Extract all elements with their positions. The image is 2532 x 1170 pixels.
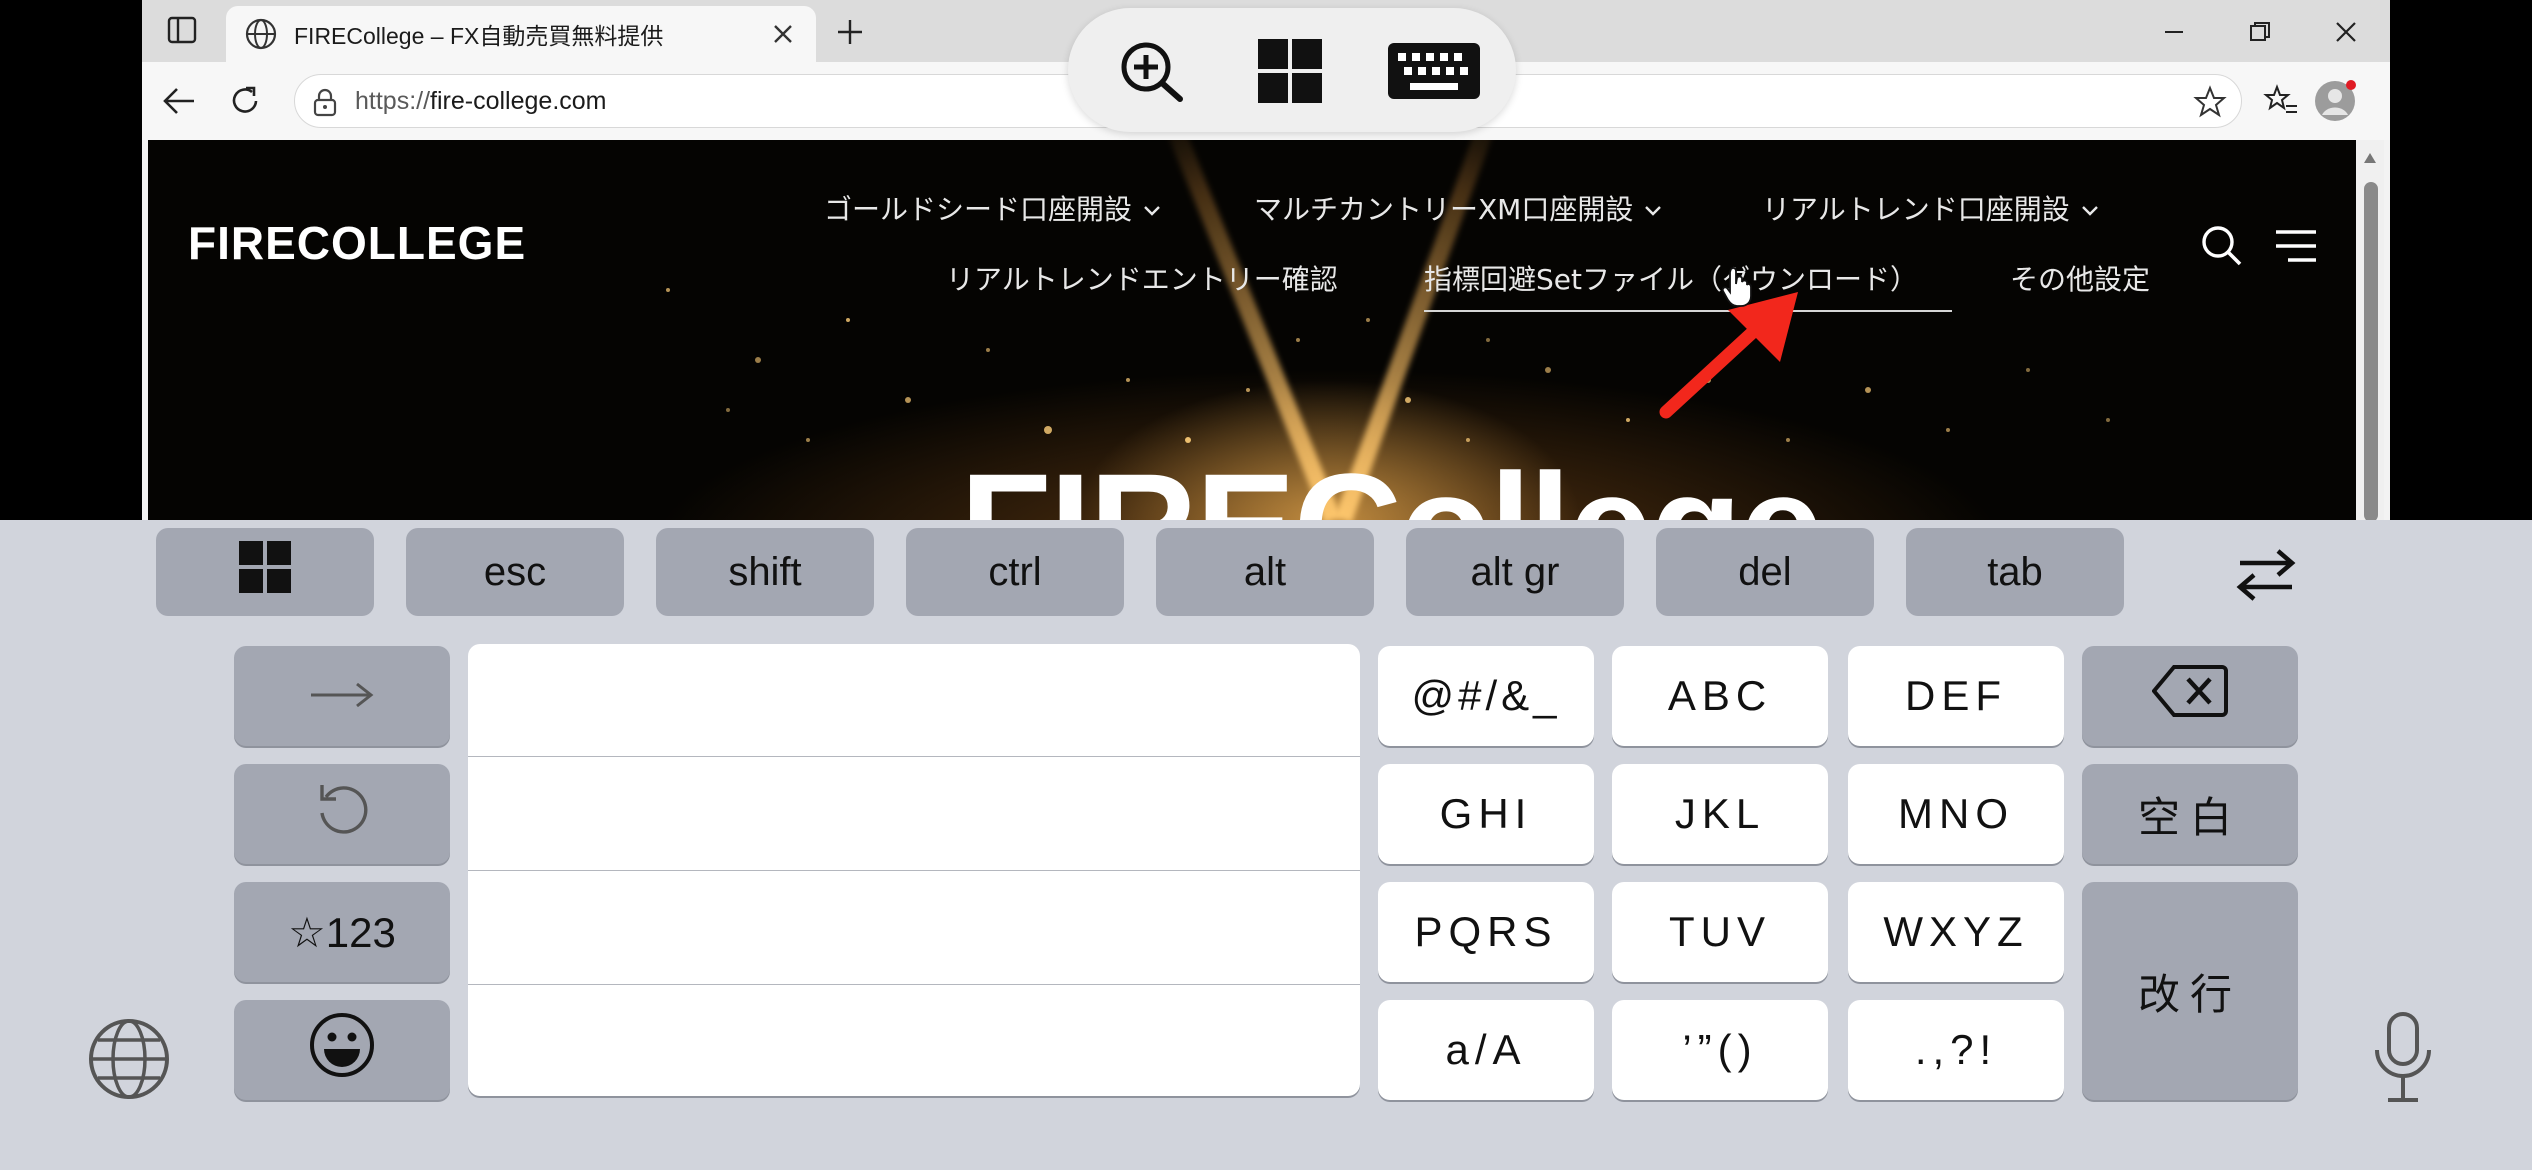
windows-key[interactable] (156, 528, 374, 616)
hamburger-menu-icon[interactable] (2272, 222, 2320, 270)
chevron-down-icon (1643, 192, 1663, 225)
shift-key[interactable]: shift (656, 528, 874, 616)
undo-icon (312, 779, 372, 849)
globe-icon[interactable] (86, 1016, 172, 1102)
scroll-up-icon[interactable] (2363, 152, 2377, 164)
close-window-icon[interactable] (2316, 10, 2376, 54)
plus-icon[interactable] (828, 10, 872, 54)
profile-avatar-icon[interactable] (2312, 78, 2358, 124)
nav-entry-check-label: リアルトレンドエントリー確認 (946, 263, 1338, 296)
minimize-icon[interactable] (2144, 10, 2204, 54)
case-toggle-key[interactable]: a/A (1378, 1000, 1594, 1100)
alt-key[interactable]: alt (1156, 528, 1374, 616)
quotes-key[interactable]: ’”() (1612, 1000, 1828, 1100)
nav-other-settings[interactable]: その他設定 (2010, 258, 2150, 298)
del-key[interactable]: del (1656, 528, 1874, 616)
nav-multi-country[interactable]: マルチカントリーXM口座開設 (1254, 188, 1663, 228)
wxyz-key[interactable]: WXYZ (1848, 882, 2064, 982)
ghi-key[interactable]: GHI (1378, 764, 1594, 864)
page-scrollbar[interactable] (2356, 140, 2384, 520)
remote-toolbar (1068, 8, 1516, 132)
esc-key[interactable]: esc (406, 528, 624, 616)
scroll-thumb[interactable] (2364, 182, 2378, 520)
hand-cursor-icon (1721, 267, 1752, 307)
windows-logo-icon[interactable] (1254, 38, 1326, 104)
ctrl-key[interactable]: ctrl (906, 528, 1124, 616)
refresh-icon[interactable] (222, 78, 268, 124)
nav-entry-check[interactable]: リアルトレンドエントリー確認 (946, 258, 1338, 298)
chevron-down-icon (2080, 192, 2100, 225)
webpage-content: FIRECOLLEGE ゴールドシード口座開設 マルチカントリーXM口座開設 リ… (148, 140, 2356, 520)
backspace-icon (2151, 663, 2228, 729)
candidate-divider (468, 756, 1360, 757)
keyboard-icon[interactable] (1386, 38, 1482, 104)
restore-icon[interactable] (2230, 10, 2290, 54)
sidebar-toggle-icon[interactable] (162, 12, 202, 48)
alt-gr-key[interactable]: alt gr (1406, 528, 1624, 616)
tab-key[interactable]: tab (1906, 528, 2124, 616)
site-logo[interactable]: FIRECOLLEGE (188, 216, 526, 270)
hero-title: FIRECollege (960, 440, 1823, 520)
swap-arrows-icon[interactable] (2222, 540, 2310, 610)
candidate-divider (468, 984, 1360, 985)
arrow-right-icon (307, 672, 377, 720)
nav-gold-seed-label: ゴールドシード口座開設 (824, 193, 1133, 226)
nav-real-trend-label: リアルトレンド口座開設 (1762, 193, 2070, 226)
abc-key[interactable]: ABC (1612, 646, 1828, 746)
nav-real-trend[interactable]: リアルトレンド口座開設 (1762, 188, 2100, 228)
tab-title: FIRECollege – FX自動売買無料提供 (294, 23, 664, 49)
enter-key[interactable]: 改行 (2082, 882, 2298, 1100)
backspace-key[interactable] (2082, 646, 2298, 746)
candidate-panel[interactable] (468, 644, 1360, 1096)
onscreen-keyboard: esc shift ctrl alt alt gr del tab ☆123 @… (0, 520, 2532, 1170)
chevron-down-icon (1142, 192, 1162, 225)
nav-multi-country-label: マルチカントリーXM口座開設 (1254, 193, 1634, 226)
zoom-in-icon[interactable] (1116, 38, 1188, 104)
emoji-icon (308, 1011, 376, 1089)
undo-key[interactable] (234, 764, 450, 864)
candidate-divider (468, 870, 1360, 871)
arrow-right-key[interactable] (234, 646, 450, 746)
punctuation-key[interactable]: .,?! (1848, 1000, 2064, 1100)
url-host: fire-college.com (430, 87, 607, 115)
star-outline-icon[interactable] (2193, 85, 2227, 123)
microphone-icon[interactable] (2368, 1010, 2438, 1106)
globe-icon (244, 17, 278, 51)
favorites-list-icon[interactable] (2258, 78, 2304, 124)
pqrs-key[interactable]: PQRS (1378, 882, 1594, 982)
symbols-key[interactable]: @#/&_ (1378, 646, 1594, 746)
active-tab[interactable]: FIRECollege – FX自動売買無料提供 (226, 6, 816, 62)
nav-other-settings-label: その他設定 (2010, 263, 2151, 296)
numbers-key[interactable]: ☆123 (234, 882, 450, 982)
nav-gold-seed[interactable]: ゴールドシード口座開設 (824, 188, 1162, 228)
emoji-key[interactable] (234, 1000, 450, 1100)
tuv-key[interactable]: TUV (1612, 882, 1828, 982)
space-key[interactable]: 空白 (2082, 764, 2298, 864)
jkl-key[interactable]: JKL (1612, 764, 1828, 864)
url-text[interactable]: https://fire-college.com (355, 87, 607, 116)
mno-key[interactable]: MNO (1848, 764, 2064, 864)
def-key[interactable]: DEF (1848, 646, 2064, 746)
windows-logo-icon (239, 541, 291, 603)
search-icon[interactable] (2198, 222, 2246, 270)
lock-icon[interactable] (311, 87, 339, 121)
url-scheme: https:// (355, 87, 431, 115)
arrow-left-icon[interactable] (156, 78, 202, 124)
close-icon[interactable] (768, 19, 798, 49)
